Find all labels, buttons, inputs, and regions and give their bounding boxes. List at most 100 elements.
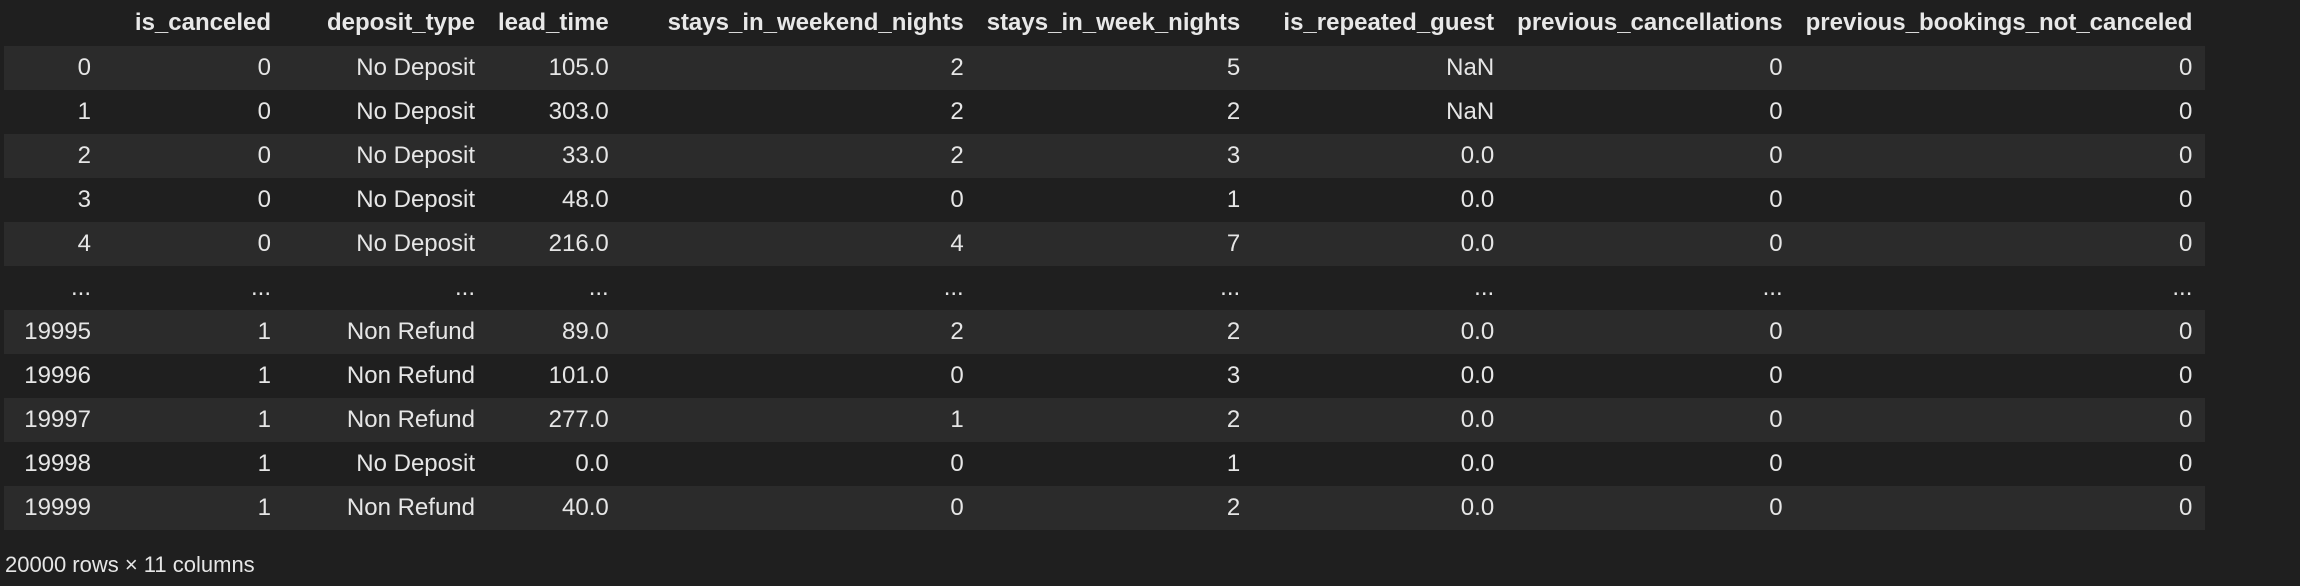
table-cell: 0	[950, 450, 964, 477]
table-cell: 40.0	[562, 494, 609, 521]
table-cell: 0	[2179, 362, 2193, 389]
table-row: ...........................	[4, 266, 2206, 310]
table-row: 19998 1 No Deposit 0.0 0 1 0.0 0 0	[4, 442, 2206, 486]
table-cell: 1	[257, 450, 271, 477]
table-cell: 3	[1226, 362, 1241, 389]
column-header: stays_in_weekend_nights	[667, 9, 964, 36]
table-cell: 0	[1769, 230, 1783, 257]
row-index: 19997	[24, 406, 91, 433]
row-index: ...	[70, 274, 91, 301]
table-cell: 0	[1769, 450, 1783, 477]
table-cell: 1	[1226, 450, 1241, 477]
row-index: 3	[77, 186, 91, 213]
table-cell: 5	[1226, 54, 1241, 81]
table-cell: No Deposit	[356, 98, 475, 125]
table-cell: Non Refund	[346, 494, 475, 521]
table-cell: 2	[950, 98, 964, 125]
table-cell: 0	[1769, 54, 1783, 81]
column-header: previous_cancellations	[1517, 9, 1783, 36]
table-cell: 2	[950, 142, 964, 169]
table-cell: 0	[1769, 318, 1783, 345]
table-cell: Non Refund	[346, 318, 475, 345]
table-cell: 1	[257, 362, 271, 389]
table-cell: 33.0	[562, 142, 609, 169]
header-row: is_canceled deposit_type lead_time stays…	[4, 0, 2205, 46]
table-cell: 0	[1769, 494, 1783, 521]
table-cell: 0	[1769, 142, 1783, 169]
row-index: 19995	[24, 318, 91, 345]
table-cell: 303.0	[548, 98, 609, 125]
table-cell: No Deposit	[356, 230, 475, 257]
table-cell: 0.0	[1460, 494, 1495, 521]
table-row: 19996 1 Non Refund 101.0 0 3 0.0 0 0	[4, 354, 2206, 398]
table-cell: 1	[257, 406, 271, 433]
table-cell: 0	[2179, 54, 2193, 81]
dataframe-output: is_canceled deposit_type lead_time stays…	[0, 0, 2300, 586]
row-index: 19999	[24, 494, 91, 521]
table-cell: 2	[1226, 494, 1241, 521]
table-cell: 105.0	[548, 54, 609, 81]
table-cell: 0	[257, 98, 271, 125]
table-cell: 0	[2179, 450, 2193, 477]
table-cell: NaN	[1446, 54, 1495, 81]
column-header: stays_in_week_nights	[986, 9, 1241, 36]
row-index: 1	[77, 98, 91, 125]
table-cell: 0.0	[1460, 186, 1495, 213]
table-cell: 1	[257, 494, 271, 521]
table-cell: 0	[257, 186, 271, 213]
table-cell: 216.0	[548, 230, 609, 257]
table-cell: 0	[1769, 98, 1783, 125]
row-index: 19998	[24, 450, 91, 477]
table-cell: 0	[2179, 230, 2193, 257]
table-cell: 0.0	[1460, 318, 1495, 345]
shape-summary: 20000 rows × 11 columns	[5, 552, 255, 577]
table-row: 1 0 No Deposit 303.0 2 2 NaN 0 0	[4, 90, 2206, 134]
table-row: 4 0 No Deposit 216.0 4 7 0.0 0 0	[4, 222, 2206, 266]
table-cell: 0	[2179, 494, 2193, 521]
table-cell: Non Refund	[346, 362, 475, 389]
table-cell: ...	[1762, 274, 1783, 301]
table-cell: ...	[1474, 274, 1495, 301]
table-cell: 1	[257, 318, 271, 345]
table-cell: 0.0	[1460, 230, 1495, 257]
table-cell: 89.0	[562, 318, 609, 345]
table-row: 19999 1 Non Refund 40.0 0 2 0.0 0 0	[4, 486, 2206, 530]
row-index: 0	[77, 54, 91, 81]
table-row: 3 0 No Deposit 48.0 0 1 0.0 0 0	[4, 178, 2206, 222]
table-cell: ...	[250, 274, 271, 301]
column-header: previous_bookings_not_canceled	[1805, 9, 2193, 36]
table-cell: ...	[1220, 274, 1241, 301]
table-cell: 2	[950, 318, 964, 345]
table-cell: 0	[950, 186, 964, 213]
table-cell: 3	[1226, 142, 1241, 169]
row-index: 4	[77, 230, 91, 257]
table-cell: 0.0	[1460, 406, 1495, 433]
column-header: lead_time	[498, 9, 609, 36]
column-header: is_repeated_guest	[1283, 9, 1495, 36]
table-cell: 0	[1769, 362, 1783, 389]
table-cell: 0.0	[1460, 142, 1495, 169]
table-cell: 0	[1769, 406, 1783, 433]
index-header	[4, 0, 104, 46]
table-cell: 2	[1226, 98, 1241, 125]
table-cell: No Deposit	[356, 54, 475, 81]
table-cell: 2	[950, 54, 964, 81]
column-header: deposit_type	[326, 9, 475, 36]
table-cell: 0	[2179, 318, 2193, 345]
table-cell: 0	[257, 142, 271, 169]
table-cell: 4	[950, 230, 964, 257]
table-cell: 0	[950, 362, 964, 389]
table-cell: 0	[2179, 98, 2193, 125]
table-body: 0 0 No Deposit 105.0 2 5 NaN 0 0 1 0 No Deposit 303.…	[4, 46, 2206, 530]
table-cell: No Deposit	[356, 186, 475, 213]
table-row: 19997 1 Non Refund 277.0 1 2 0.0 0 0	[4, 398, 2206, 442]
table-cell: ...	[588, 274, 609, 301]
table-cell: 1	[1226, 186, 1241, 213]
table-cell: 277.0	[548, 406, 609, 433]
table-cell: ...	[943, 274, 964, 301]
table-cell: 0	[2179, 186, 2193, 213]
table-cell: 2	[1226, 406, 1241, 433]
table-cell: 1	[950, 406, 964, 433]
table-cell: ...	[2172, 274, 2193, 301]
table-cell: 0	[257, 54, 271, 81]
